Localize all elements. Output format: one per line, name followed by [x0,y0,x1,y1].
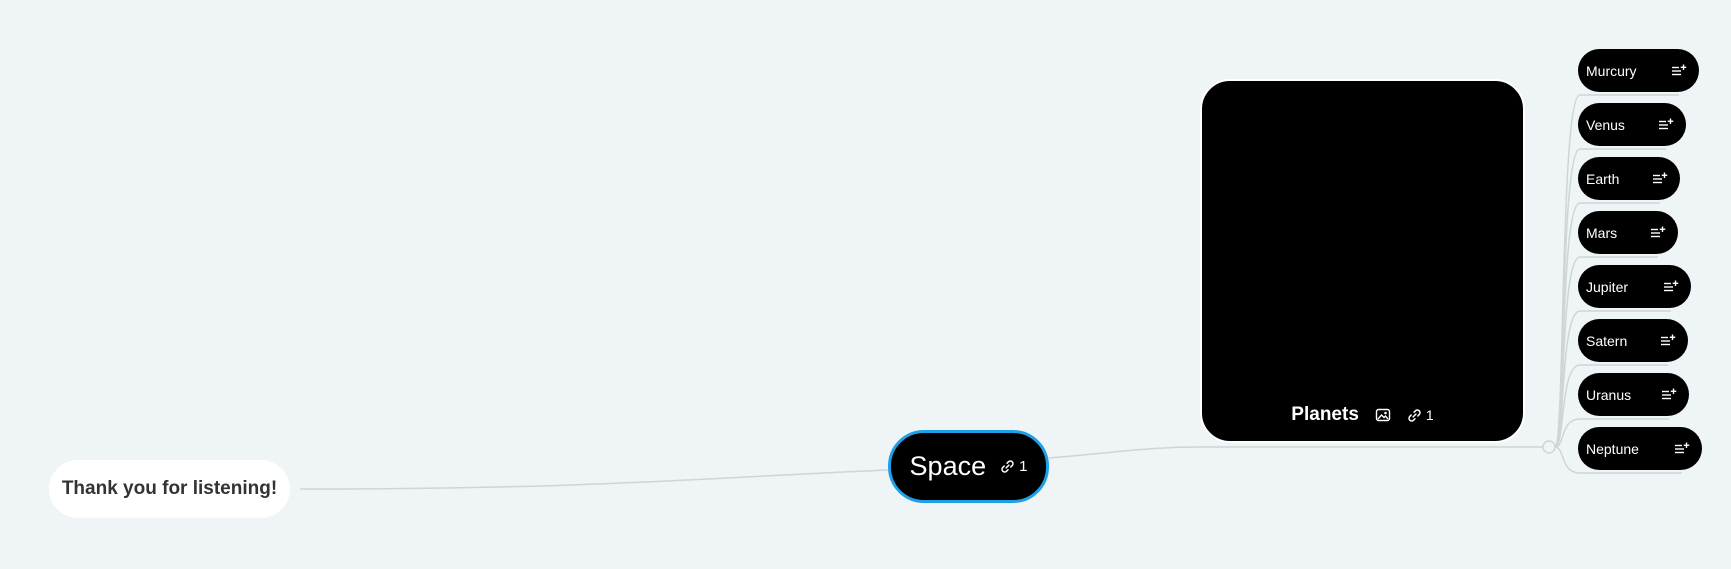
topic-thank-you[interactable]: Thank you for listening! [49,460,290,518]
subtopic-label: Jupiter [1586,278,1629,295]
mindmap-canvas[interactable]: Thank you for listening! Space 1 Planets… [0,0,1731,569]
note-add-icon[interactable] [1671,64,1687,78]
link-badge[interactable]: 1 [1000,458,1027,475]
subtopic-label: Venus [1586,116,1625,133]
subtopic-murcury[interactable]: Murcury [1578,49,1699,92]
subtopic-label: Neptune [1586,440,1639,457]
image-icon[interactable] [1375,407,1391,423]
subtopic-uranus[interactable]: Uranus [1578,373,1689,416]
note-add-icon[interactable] [1660,334,1676,348]
link-icon [1407,408,1422,423]
link-count: 1 [1019,458,1028,475]
subtopic-earth[interactable]: Earth [1578,157,1680,200]
subtopic-label: Earth [1586,170,1620,187]
note-add-icon[interactable] [1650,226,1666,240]
collapse-handle[interactable] [1542,440,1556,454]
note-add-icon[interactable] [1661,388,1677,402]
note-add-icon[interactable] [1658,118,1674,132]
central-topic-space[interactable]: Space 1 [888,430,1049,503]
topic-label: Planets [1291,404,1359,425]
link-icon [1000,459,1015,474]
topic-image [1202,81,1523,393]
note-add-icon[interactable] [1674,442,1690,456]
subtopic-venus[interactable]: Venus [1578,103,1686,146]
note-add-icon[interactable] [1663,280,1679,294]
note-add-icon[interactable] [1652,172,1668,186]
link-count: 1 [1425,407,1434,423]
link-badge[interactable]: 1 [1407,407,1434,423]
subtopic-mars[interactable]: Mars [1578,211,1678,254]
topic-planets[interactable]: Planets 1 [1200,79,1525,443]
subtopic-label: Uranus [1586,386,1632,403]
subtopic-jupiter[interactable]: Jupiter [1578,265,1691,308]
subtopic-label: Murcury [1586,62,1637,79]
subtopic-label: Mars [1586,224,1618,241]
topic-label: Space [909,451,987,481]
topic-label: Thank you for listening! [61,478,278,499]
subtopic-neptune[interactable]: Neptune [1578,427,1702,470]
subtopic-label: Satern [1586,332,1628,349]
subtopic-satern[interactable]: Satern [1578,319,1688,362]
